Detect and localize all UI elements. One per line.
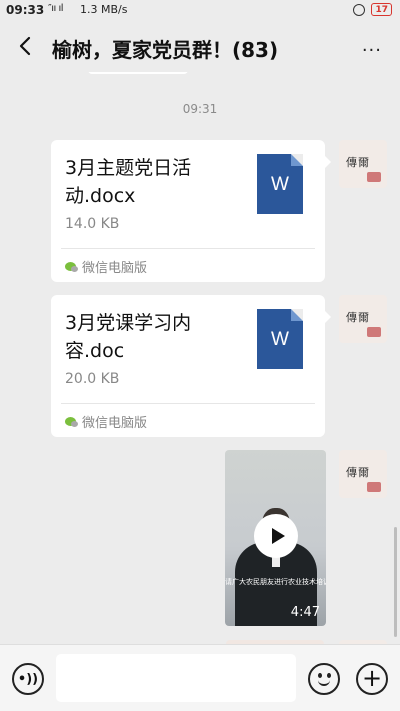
avatar-seal [367,327,381,337]
file-name: 3月党课学习内容.doc [65,312,192,362]
divider [61,403,315,404]
avatar-calligraphy: 傳爾 [346,156,370,169]
source-text: 微信电脑版 [82,416,148,431]
file-size: 20.0 KB [65,371,120,387]
avatar-seal [367,172,381,182]
voice-glyph: •)) [17,671,39,687]
emoji-icon[interactable] [308,663,340,695]
plus-icon[interactable]: + [356,663,388,695]
avatar[interactable]: 傳爾 [339,295,387,343]
signal-icon: ″ıı ıl [48,3,64,14]
source-label: 微信电脑版 [65,257,147,276]
scrollbar[interactable] [394,527,397,637]
more-icon[interactable]: ··· [362,40,382,61]
play-button[interactable] [254,514,298,558]
video-message[interactable]: 请广大农民朋友进行农业技术培训 4:47 [225,450,326,626]
avatar-seal [367,482,381,492]
source-label: 微信电脑版 [65,412,147,431]
voice-icon[interactable]: •)) [12,663,44,695]
chat-area[interactable]: 09:31 3月主题党日活动.docx 14.0 KB W 微信电脑版 傳爾 3… [0,72,400,644]
word-icon-letter: W [271,174,289,195]
chat-header: 榆树，夏家党员群！(83) ··· [0,22,400,72]
battery-icon: 17 [371,3,392,16]
input-bar: •)) + [0,644,400,711]
battery-level: 17 [375,4,388,15]
avatar-calligraphy: 傳爾 [346,466,370,479]
previous-message-card[interactable] [88,72,188,74]
message-input[interactable] [56,654,296,702]
avatar[interactable]: 傳爾 [339,140,387,188]
word-doc-icon: W [257,309,303,369]
video-subtitle: 请广大农民朋友进行农业技术培训 [225,578,326,586]
file-message-card[interactable]: 3月主题党日活动.docx 14.0 KB W 微信电脑版 [51,140,331,282]
message-timestamp: 09:31 [182,102,218,116]
file-size: 14.0 KB [65,216,120,232]
avatar-calligraphy: 傳爾 [346,311,370,324]
status-right-group: 17 [353,3,392,16]
alarm-icon [353,3,366,16]
source-text: 微信电脑版 [82,261,148,276]
wechat-icon [65,417,78,427]
file-name: 3月主题党日活动.docx [65,157,192,207]
divider [61,248,315,249]
video-duration: 4:47 [290,605,320,620]
avatar[interactable]: 傳爾 [339,450,387,498]
network-speed: 1.3 MB/s [80,3,128,16]
chevron-left-icon[interactable] [14,34,38,58]
play-icon [271,528,285,544]
status-time: 09:33 [6,3,45,17]
file-message-card[interactable]: 3月党课学习内容.doc 20.0 KB W 微信电脑版 [51,295,331,437]
word-doc-icon: W [257,154,303,214]
word-icon-letter: W [271,329,289,350]
wechat-icon [65,262,78,272]
chat-title: 榆树，夏家党员群！(83) [52,38,279,62]
plus-glyph: + [361,664,383,692]
status-bar: 09:33 ″ıı ıl 1.3 MB/s 17 [0,0,400,22]
